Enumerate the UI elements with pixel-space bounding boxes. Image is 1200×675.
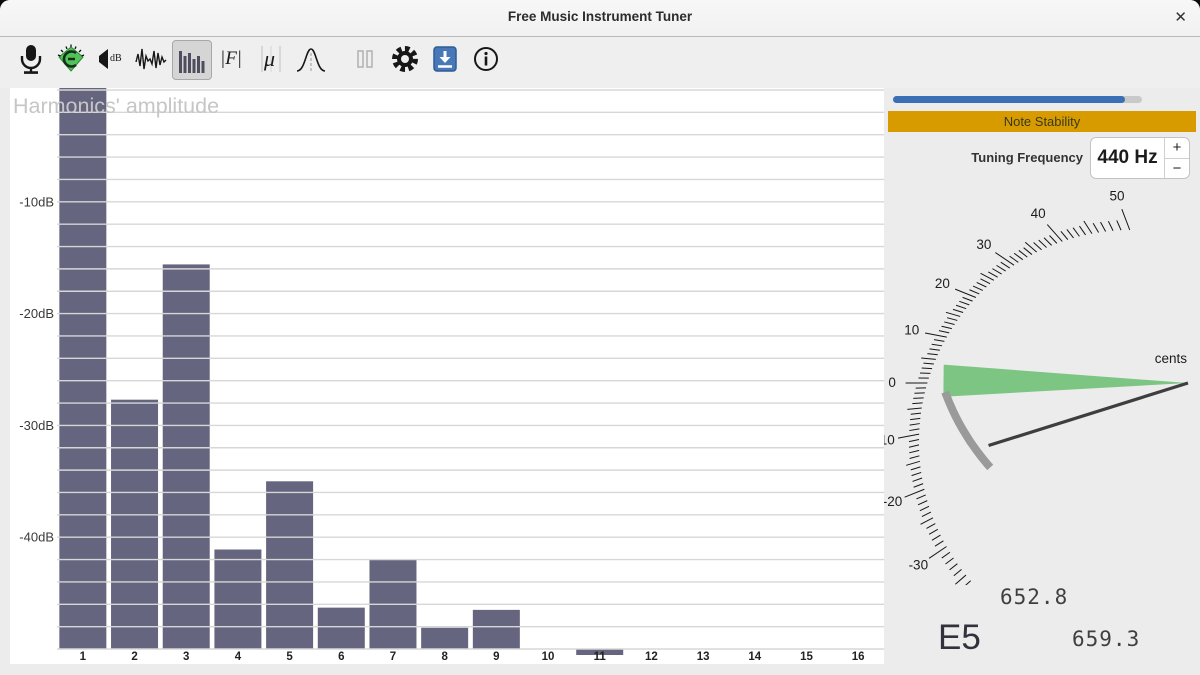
svg-text:30: 30	[976, 237, 991, 252]
svg-text:8: 8	[441, 651, 448, 663]
svg-text:-20: -20	[884, 494, 902, 509]
spin-buttons: + −	[1164, 138, 1189, 178]
mu-icon: μ	[256, 44, 286, 74]
svg-text:9: 9	[493, 651, 499, 663]
svg-text:7: 7	[390, 651, 396, 663]
svg-text:10: 10	[904, 322, 919, 337]
svg-text:6: 6	[338, 651, 344, 663]
svg-text:5: 5	[286, 651, 293, 663]
close-icon[interactable]: ✕	[1174, 8, 1187, 28]
note-stability-label: Note Stability	[1004, 114, 1081, 129]
svg-text:3: 3	[183, 651, 189, 663]
volume-db-icon: dB	[95, 47, 127, 71]
volume-db-button[interactable]: dB	[92, 40, 130, 78]
svg-text:2: 2	[131, 651, 137, 663]
svg-text:12: 12	[645, 651, 658, 663]
svg-text:15: 15	[800, 651, 813, 663]
microphone-button[interactable]	[12, 40, 50, 78]
stability-progressbar	[893, 96, 1142, 103]
waveform-button[interactable]	[132, 40, 170, 78]
window-title: Free Music Instrument Tuner	[0, 9, 1200, 24]
note-stability-banner: Note Stability	[888, 111, 1196, 132]
tuning-frequency-label: Tuning Frequency	[883, 150, 1083, 165]
svg-text:-10: -10	[884, 433, 895, 448]
svg-text:Harmonics' amplitude: Harmonics' amplitude	[13, 94, 219, 118]
fourier-button[interactable]: |F|	[212, 40, 250, 78]
target-frequency: 659.3	[1072, 627, 1162, 651]
gaussian-icon	[295, 45, 327, 73]
cents-dial: -50-40-30-20-1001020304050cents	[884, 180, 1200, 585]
microphone-icon	[18, 44, 44, 74]
svg-text:-40dB: -40dB	[19, 530, 54, 545]
svg-text:-30dB: -30dB	[19, 418, 54, 433]
svg-text:0: 0	[888, 375, 896, 390]
decrement-button[interactable]: −	[1165, 159, 1189, 179]
settings-button[interactable]	[386, 40, 424, 78]
svg-text:20: 20	[935, 276, 950, 291]
tuner-logo-icon	[56, 44, 86, 74]
tuning-frequency-spinbox[interactable]: 440 Hz + −	[1090, 137, 1190, 179]
svg-text:-30: -30	[909, 558, 929, 573]
waveform-icon	[135, 46, 167, 72]
note-name: E5	[938, 618, 981, 658]
info-icon	[473, 46, 499, 72]
harmonics-button[interactable]	[172, 40, 212, 80]
svg-text:50: 50	[1109, 188, 1124, 203]
svg-text:μ: μ	[263, 46, 275, 71]
detected-frequency: 652.8	[1000, 585, 1080, 609]
increment-button[interactable]: +	[1165, 138, 1189, 159]
statistics-button[interactable]: μ	[252, 40, 290, 78]
fourier-icon: |F|	[220, 48, 242, 70]
stability-progress-fill	[893, 96, 1125, 103]
about-button[interactable]	[467, 40, 505, 78]
svg-text:-20dB: -20dB	[19, 306, 54, 321]
gear-icon	[389, 43, 421, 75]
svg-text:16: 16	[852, 651, 865, 663]
svg-text:10: 10	[542, 651, 555, 663]
tuning-frequency-value[interactable]: 440 Hz	[1091, 138, 1164, 178]
capture-button[interactable]	[426, 40, 464, 78]
title-bar: Free Music Instrument Tuner ✕	[0, 0, 1200, 37]
svg-text:-10dB: -10dB	[19, 194, 54, 209]
gaussian-button[interactable]	[292, 40, 330, 78]
svg-text:1: 1	[80, 651, 87, 663]
toolbar: dB |F|	[0, 37, 1200, 88]
pause-icon	[356, 49, 374, 69]
svg-text:40: 40	[1031, 206, 1046, 221]
capture-icon	[433, 46, 457, 72]
svg-text:4: 4	[235, 651, 242, 663]
harmonics-icon	[178, 47, 206, 73]
svg-text:14: 14	[748, 651, 761, 663]
pause-button[interactable]	[346, 40, 384, 78]
svg-text:11: 11	[594, 651, 607, 663]
tuner-logo-button[interactable]	[52, 40, 90, 78]
harmonics-chart: -10dB-20dB-30dB-40dB12345678910111213141…	[10, 88, 884, 664]
svg-text:cents: cents	[1155, 351, 1188, 366]
svg-text:dB: dB	[110, 53, 122, 64]
svg-text:13: 13	[697, 651, 710, 663]
app-window: Free Music Instrument Tuner ✕	[0, 0, 1200, 675]
